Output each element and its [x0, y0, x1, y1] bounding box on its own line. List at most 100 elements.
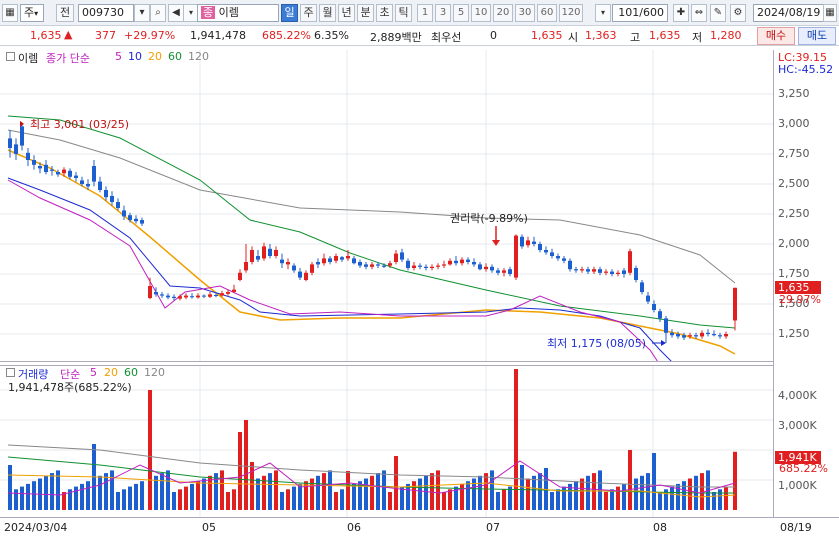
interval-button[interactable]: 20	[493, 4, 513, 22]
interval-button[interactable]: 1	[417, 4, 433, 22]
candle-body	[712, 334, 716, 336]
stock-code-input[interactable]: 009730	[78, 4, 134, 22]
draw-icon[interactable]: ✎	[710, 4, 726, 22]
volume-bar	[388, 492, 392, 510]
candle-body	[310, 264, 314, 273]
price-tick-label: 1,250	[778, 327, 810, 340]
buy-button[interactable]: 매수	[757, 27, 795, 45]
candle-body	[634, 268, 638, 280]
speaker-icon[interactable]: ◀	[168, 4, 184, 22]
dropdown-icon[interactable]: ▾	[595, 4, 611, 22]
volume-bar	[604, 492, 608, 510]
volume-bar	[80, 483, 84, 510]
candle-body	[226, 292, 230, 294]
volume-bar	[502, 489, 506, 510]
candle-body	[80, 180, 84, 184]
price-chart-svg: 최고 3,001 (03/25) 최저 1,175 (08/05) 권리락(-9.8…	[0, 50, 773, 387]
dropdown-icon[interactable]: ▾	[134, 4, 150, 22]
price-tick-label: 1,750	[778, 267, 810, 280]
volume-bar	[688, 478, 692, 510]
nav-icon[interactable]: ⇔	[691, 4, 707, 22]
candle-body	[700, 332, 704, 337]
interval-button[interactable]: 30	[515, 4, 535, 22]
interval-button[interactable]: 10	[471, 4, 491, 22]
page-count-field[interactable]: 101/600	[612, 4, 668, 22]
period-second-button[interactable]: 초	[376, 4, 393, 22]
volume-bar	[574, 481, 578, 510]
candle-body	[44, 164, 48, 172]
period-tick-button[interactable]: 틱	[395, 4, 412, 22]
candle-body	[688, 335, 692, 337]
candle-body	[598, 269, 602, 273]
candle-body	[268, 248, 272, 256]
legend-box-icon	[6, 52, 15, 61]
candle-body	[292, 265, 296, 271]
zoom-icon[interactable]: ✚	[673, 4, 689, 22]
candle-body	[370, 264, 374, 267]
volume-bar	[134, 483, 138, 510]
candle-body	[604, 271, 608, 273]
market-type-select[interactable]: 주▾	[20, 4, 44, 22]
legend-vol-ma20: 20	[104, 366, 118, 379]
candle-body	[418, 265, 422, 267]
candle-body	[592, 269, 596, 272]
volume-bar	[352, 483, 356, 510]
stock-badge: 종	[201, 6, 216, 19]
period-year-button[interactable]: 년	[338, 4, 355, 22]
period-week-button[interactable]: 주	[300, 4, 317, 22]
candle-body	[526, 240, 530, 246]
price-chart-panel[interactable]: 최고 3,001 (03/25) 최저 1,175 (08/05) 권리락(-9.8…	[0, 50, 773, 387]
candle-body	[406, 260, 410, 268]
low-price: 1,280	[710, 29, 742, 42]
volume-bar	[514, 369, 518, 510]
period-minute-button[interactable]: 분	[357, 4, 374, 22]
candle-body	[190, 296, 194, 298]
period-day-button[interactable]: 일	[281, 4, 298, 22]
interval-button[interactable]: 120	[559, 4, 583, 22]
interval-button[interactable]: 5	[453, 4, 469, 22]
open-label: 시	[568, 31, 579, 44]
candle-body	[676, 334, 680, 337]
candle-body	[86, 184, 90, 187]
interval-button[interactable]: 3	[435, 4, 451, 22]
calendar-icon[interactable]: ▦	[823, 4, 837, 22]
settings-icon[interactable]: ⚙	[730, 4, 746, 22]
candle-body	[196, 295, 200, 298]
volume-bar	[622, 483, 626, 510]
candle-body	[208, 294, 212, 297]
prev-button[interactable]: 전	[56, 4, 74, 22]
chart-type-icon[interactable]: ▦	[2, 4, 18, 22]
candle-body	[508, 269, 512, 274]
volume-bar	[538, 473, 542, 510]
legend-ma60: 60	[168, 50, 182, 63]
volume-bar	[364, 478, 368, 510]
volume-bar	[586, 475, 590, 510]
candle-body	[454, 260, 458, 264]
date-field[interactable]: 2024/08/19	[753, 4, 825, 22]
volume-bar	[418, 478, 422, 510]
volume-bar	[98, 475, 102, 510]
volume-bar	[424, 475, 428, 510]
volume-bar	[26, 483, 30, 510]
period-month-button[interactable]: 월	[319, 4, 336, 22]
last-price: 1,635	[531, 29, 563, 42]
volume-chart-panel[interactable]: 거래량 단순 5 20 60 120 1,941,478주(685.22%)	[0, 365, 773, 517]
volume-bar	[86, 481, 90, 510]
volume-bar	[172, 492, 176, 510]
candle-body	[610, 271, 614, 274]
candle-body	[460, 259, 464, 264]
interval-button[interactable]: 60	[537, 4, 557, 22]
candle-body	[178, 296, 182, 299]
candle-body	[140, 220, 144, 224]
candle-body	[574, 269, 578, 271]
sell-button[interactable]: 매도	[798, 27, 836, 45]
volume-bar	[460, 483, 464, 510]
volume-bar	[556, 489, 560, 510]
candle-body	[32, 160, 36, 165]
search-icon[interactable]: ⌕	[150, 4, 166, 22]
legend-vol-ma60: 60	[124, 366, 138, 379]
volume-bar	[634, 478, 638, 510]
stock-name-field[interactable]: 종 이렘	[197, 4, 279, 22]
candle-body	[74, 175, 78, 178]
quote-bar: 1,635 ▲ 377 +29.97% 1,941,478 685.22% 6.…	[0, 26, 839, 46]
